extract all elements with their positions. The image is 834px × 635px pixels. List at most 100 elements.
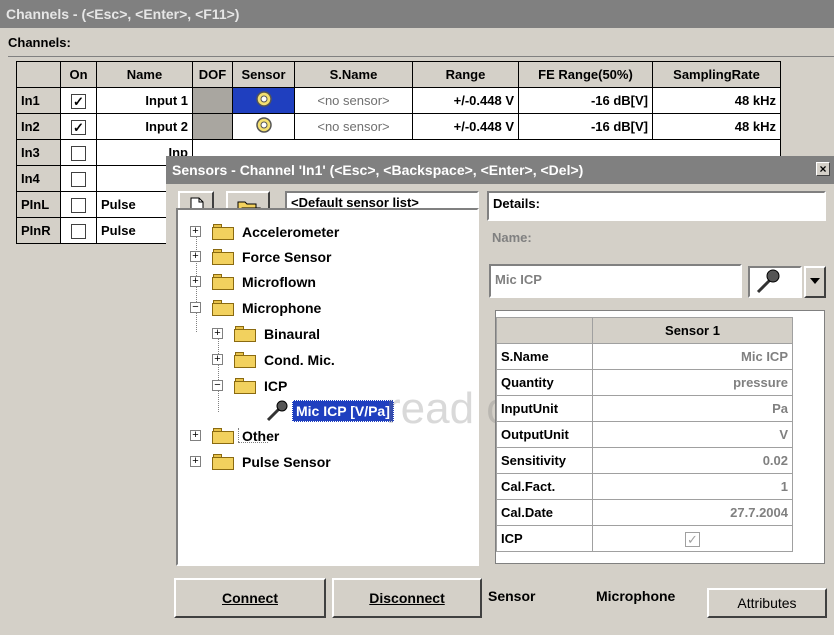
- property-label: OutputUnit: [496, 421, 593, 448]
- name-field[interactable]: Mic ICP: [489, 264, 742, 298]
- tree-node-label: Microflown: [242, 274, 316, 290]
- on-cell[interactable]: [60, 139, 97, 166]
- property-label: ICP: [496, 525, 593, 552]
- sensors-dialog-title: Sensors - Channel 'In1' (<Esc>, <Backspa…: [166, 156, 834, 184]
- on-checkbox[interactable]: [71, 171, 86, 187]
- icp-checkbox[interactable]: ✓: [685, 531, 700, 547]
- properties-table: Sensor 1 S.Name Mic ICP Quantity pressure …: [496, 317, 793, 552]
- disconnect-button[interactable]: Disconnect: [332, 578, 482, 618]
- on-checkbox[interactable]: ✓: [71, 119, 86, 135]
- sname-cell[interactable]: <no sensor>: [294, 113, 413, 140]
- connect-label: Connect: [222, 590, 278, 606]
- col-header-dof[interactable]: DOF: [192, 61, 233, 88]
- table-row[interactable]: In1 ✓ Input 1 <no sensor> +/-0.448 V -16…: [16, 87, 781, 114]
- property-label: InputUnit: [496, 395, 593, 422]
- name-cell[interactable]: Input 1: [96, 87, 193, 114]
- range-cell[interactable]: +/-0.448 V: [412, 87, 519, 114]
- property-value[interactable]: pressure: [592, 369, 793, 396]
- tree-line: [238, 428, 239, 442]
- expand-icon[interactable]: +: [190, 226, 201, 237]
- row-id: In4: [16, 165, 61, 192]
- expand-icon[interactable]: +: [190, 430, 201, 441]
- property-label: Sensitivity: [496, 447, 593, 474]
- property-label: Cal.Date: [496, 499, 593, 526]
- on-cell[interactable]: ✓: [60, 87, 97, 114]
- sname-cell[interactable]: <no sensor>: [294, 87, 413, 114]
- property-value[interactable]: Pa: [592, 395, 793, 422]
- property-row[interactable]: Cal.Fact. 1: [496, 473, 793, 500]
- sensor-connector-icon: [255, 91, 272, 107]
- sampling-rate-cell[interactable]: 48 kHz: [652, 113, 781, 140]
- fe-range-cell[interactable]: -16 dB[V]: [518, 87, 653, 114]
- col-header-sname[interactable]: S.Name: [294, 61, 413, 88]
- folder-icon: [212, 224, 234, 240]
- property-row[interactable]: Cal.Date 27.7.2004: [496, 499, 793, 526]
- sensor-connector-icon: [255, 117, 272, 133]
- fe-range-cell[interactable]: -16 dB[V]: [518, 113, 653, 140]
- property-row[interactable]: ICP ✓: [496, 525, 793, 552]
- property-value[interactable]: 0.02: [592, 447, 793, 474]
- sensor-properties-grid: Sensor 1 S.Name Mic ICP Quantity pressure …: [495, 310, 825, 564]
- table-row[interactable]: In2 ✓ Input 2 <no sensor> +/-0.448 V -16…: [16, 113, 781, 140]
- col-header-sampling-rate[interactable]: SamplingRate: [652, 61, 781, 88]
- expand-icon[interactable]: +: [190, 456, 201, 467]
- name-cell[interactable]: Input 2: [96, 113, 193, 140]
- on-cell[interactable]: [60, 165, 97, 192]
- sensor-type-dropdown[interactable]: [804, 266, 826, 298]
- expand-icon[interactable]: +: [212, 328, 223, 339]
- property-label: Quantity: [496, 369, 593, 396]
- property-row[interactable]: S.Name Mic ICP: [496, 343, 793, 370]
- sensor-footer-label: Sensor: [488, 588, 536, 604]
- on-checkbox[interactable]: [71, 197, 86, 213]
- property-value[interactable]: Mic ICP: [592, 343, 793, 370]
- col-header-on[interactable]: On: [60, 61, 97, 88]
- property-row[interactable]: Sensitivity 0.02: [496, 447, 793, 474]
- property-value[interactable]: V: [592, 421, 793, 448]
- row-id: PInL: [16, 191, 61, 218]
- on-checkbox[interactable]: [71, 223, 86, 239]
- on-checkbox[interactable]: [71, 145, 86, 161]
- connect-button[interactable]: Connect: [174, 578, 326, 618]
- collapse-icon[interactable]: −: [212, 380, 223, 391]
- col-header-sensor[interactable]: Sensor: [232, 61, 295, 88]
- tree-node-label: Binaural: [264, 326, 321, 342]
- on-cell[interactable]: [60, 217, 97, 244]
- sensor-cell[interactable]: [232, 113, 295, 140]
- folder-icon: [234, 326, 256, 342]
- property-value[interactable]: 27.7.2004: [592, 499, 793, 526]
- row-id: PInR: [16, 217, 61, 244]
- expand-icon[interactable]: +: [190, 251, 201, 262]
- sensors-dialog-title-text: Sensors - Channel 'In1' (<Esc>, <Backspa…: [172, 162, 584, 178]
- col-header-fe-range[interactable]: FE Range(50%): [518, 61, 653, 88]
- collapse-icon[interactable]: −: [190, 302, 201, 313]
- expand-icon[interactable]: +: [212, 354, 223, 365]
- row-id: In2: [16, 113, 61, 140]
- sensor-type-picker[interactable]: [748, 266, 802, 298]
- property-row[interactable]: InputUnit Pa: [496, 395, 793, 422]
- attributes-button[interactable]: Attributes: [707, 588, 827, 618]
- on-checkbox[interactable]: ✓: [71, 93, 86, 109]
- on-cell[interactable]: ✓: [60, 113, 97, 140]
- tree-node-label: Microphone: [242, 300, 322, 316]
- expand-icon[interactable]: +: [190, 276, 201, 287]
- property-value[interactable]: ✓: [592, 525, 793, 552]
- details-field: Details:: [487, 191, 826, 221]
- property-row[interactable]: Quantity pressure: [496, 369, 793, 396]
- range-cell[interactable]: +/-0.448 V: [412, 113, 519, 140]
- col-header-range[interactable]: Range: [412, 61, 519, 88]
- folder-icon: [234, 352, 256, 368]
- tree-node-label: ICP: [264, 378, 288, 394]
- property-value[interactable]: 1: [592, 473, 793, 500]
- dof-cell[interactable]: [192, 113, 233, 140]
- sensor-cell[interactable]: [232, 87, 295, 114]
- tree-node-label: Force Sensor: [242, 249, 332, 265]
- folder-icon: [212, 428, 234, 444]
- property-row[interactable]: OutputUnit V: [496, 421, 793, 448]
- sampling-rate-cell[interactable]: 48 kHz: [652, 87, 781, 114]
- close-icon[interactable]: ×: [816, 162, 830, 176]
- property-label: Cal.Fact.: [496, 473, 593, 500]
- col-header-id: [16, 61, 61, 88]
- col-header-name[interactable]: Name: [96, 61, 193, 88]
- dof-cell[interactable]: [192, 87, 233, 114]
- on-cell[interactable]: [60, 191, 97, 218]
